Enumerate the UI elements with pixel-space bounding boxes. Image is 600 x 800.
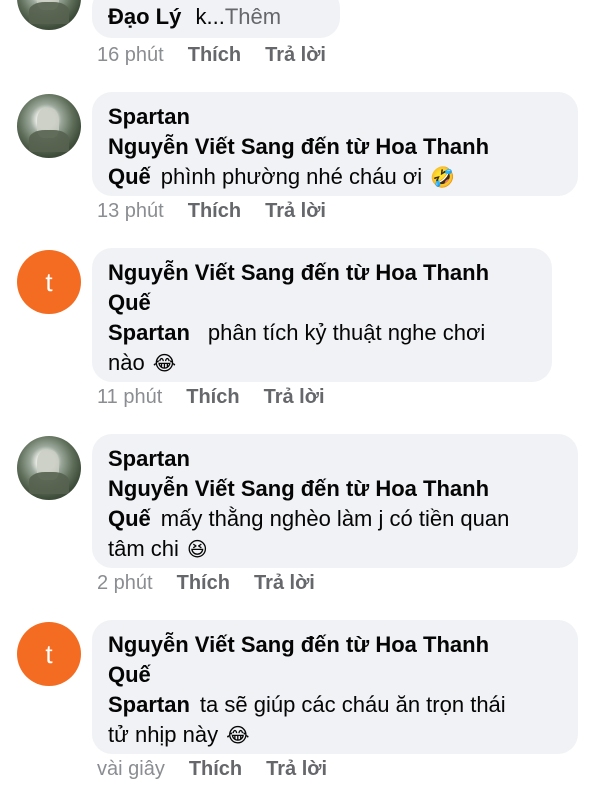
rofl-emoji: 🤣 xyxy=(430,167,456,189)
comment-text: mấy thằng nghèo làm j có tiền quan xyxy=(160,506,510,531)
avatar[interactable] xyxy=(17,0,81,30)
mention-tag[interactable]: Nguyễn Viết Sang đến từ Hoa Thanh xyxy=(108,132,562,162)
mention-tag-end[interactable]: Quế xyxy=(108,164,151,189)
like-button[interactable]: Thích xyxy=(189,758,242,781)
comment-text-cont: nào xyxy=(108,350,145,375)
timestamp: 16 phút xyxy=(97,44,164,66)
avatar-letter: t xyxy=(45,266,53,297)
like-button[interactable]: Thích xyxy=(188,44,241,67)
mention-tag[interactable]: Nguyễn Viết Sang đến từ Hoa Thanh xyxy=(108,630,562,660)
avatar[interactable]: t xyxy=(17,622,81,686)
comment-meta: 16 phút Thích Trả lời xyxy=(97,44,326,67)
timestamp: vài giây xyxy=(97,758,165,780)
comment-author[interactable]: Spartan xyxy=(108,102,562,132)
comment-bubble: Nguyễn Viết Sang đến từ Hoa Thanh Quế Sp… xyxy=(92,248,552,382)
reply-button[interactable]: Trả lời xyxy=(254,572,315,595)
comment-text-cont: tâm chi xyxy=(108,536,179,561)
reply-button[interactable]: Trả lời xyxy=(265,200,326,223)
comment-author-inline[interactable]: Spartan xyxy=(108,320,190,345)
comment-text: k... xyxy=(195,4,225,29)
like-button[interactable]: Thích xyxy=(177,572,230,595)
mention-tag[interactable]: Nguyễn Viết Sang đến từ Hoa Thanh xyxy=(108,258,536,288)
mention-tag-end[interactable]: Quế xyxy=(108,660,562,690)
comment-meta: 2 phút Thích Trả lời xyxy=(97,572,315,595)
comment-meta: 13 phút Thích Trả lời xyxy=(97,200,326,223)
mention-tag[interactable]: Nguyễn Viết Sang đến từ Hoa Thanh xyxy=(108,474,562,504)
mention-tag-end[interactable]: Quế xyxy=(108,288,536,318)
avatar-letter: t xyxy=(45,638,53,669)
comment-bubble: Spartan Nguyễn Viết Sang đến từ Hoa Than… xyxy=(92,434,578,568)
timestamp: 11 phút xyxy=(97,386,163,408)
reply-button[interactable]: Trả lời xyxy=(266,758,327,781)
comment-bubble: Đạo Lý k...Thêm xyxy=(92,0,340,38)
comment-text-cont: tử nhịp này xyxy=(108,722,219,747)
laughing-tears-emoji: 😂 xyxy=(226,725,250,747)
mention-tag-end[interactable]: Quế xyxy=(108,506,151,531)
comment-author[interactable]: Spartan xyxy=(108,444,562,474)
comment-author[interactable]: Đạo Lý xyxy=(108,4,181,29)
comment-meta: 11 phút Thích Trả lời xyxy=(97,386,325,409)
comment-meta: vài giây Thích Trả lời xyxy=(97,758,327,781)
comment-author-inline[interactable]: Spartan xyxy=(108,692,190,717)
reply-button[interactable]: Trả lời xyxy=(264,386,325,409)
see-more-link[interactable]: Thêm xyxy=(225,4,281,29)
like-button[interactable]: Thích xyxy=(186,386,239,409)
reply-button[interactable]: Trả lời xyxy=(265,44,326,67)
comment-text: ta sẽ giúp các cháu ăn trọn thái xyxy=(199,692,506,717)
timestamp: 13 phút xyxy=(97,200,164,222)
comment-text: phình phường nhé cháu ơi xyxy=(160,164,423,189)
comment-text: phân tích kỷ thuật nghe chơi xyxy=(207,320,486,345)
like-button[interactable]: Thích xyxy=(188,200,241,223)
comment-bubble: Spartan Nguyễn Viết Sang đến từ Hoa Than… xyxy=(92,92,578,196)
avatar[interactable] xyxy=(17,94,81,158)
timestamp: 2 phút xyxy=(97,572,153,594)
avatar[interactable] xyxy=(17,436,81,500)
laughing-tears-emoji: 😂 xyxy=(152,353,177,375)
avatar[interactable]: t xyxy=(17,250,81,314)
grinning-squint-emoji: 😆 xyxy=(186,539,208,561)
comment-bubble: Nguyễn Viết Sang đến từ Hoa Thanh Quế Sp… xyxy=(92,620,578,754)
